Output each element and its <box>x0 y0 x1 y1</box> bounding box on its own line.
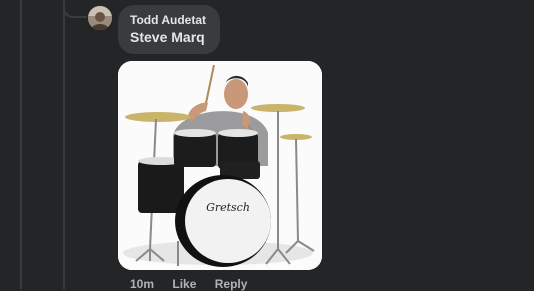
comment-bubble: Todd Audetat Steve Marq <box>118 5 220 54</box>
comment-photo[interactable]: Gretsch <box>118 61 322 270</box>
comment-text: Steve Marq <box>130 29 205 45</box>
thread-line-reply <box>63 0 65 289</box>
user-avatar-icon <box>88 6 112 30</box>
thread-line-parent <box>20 0 22 289</box>
bass-drum-logo: Gretsch <box>206 201 250 214</box>
thread-connector <box>63 0 87 18</box>
avatar[interactable] <box>88 6 112 30</box>
comment-author[interactable]: Todd Audetat <box>130 13 208 28</box>
drummer-photo-image: Gretsch <box>118 61 322 270</box>
